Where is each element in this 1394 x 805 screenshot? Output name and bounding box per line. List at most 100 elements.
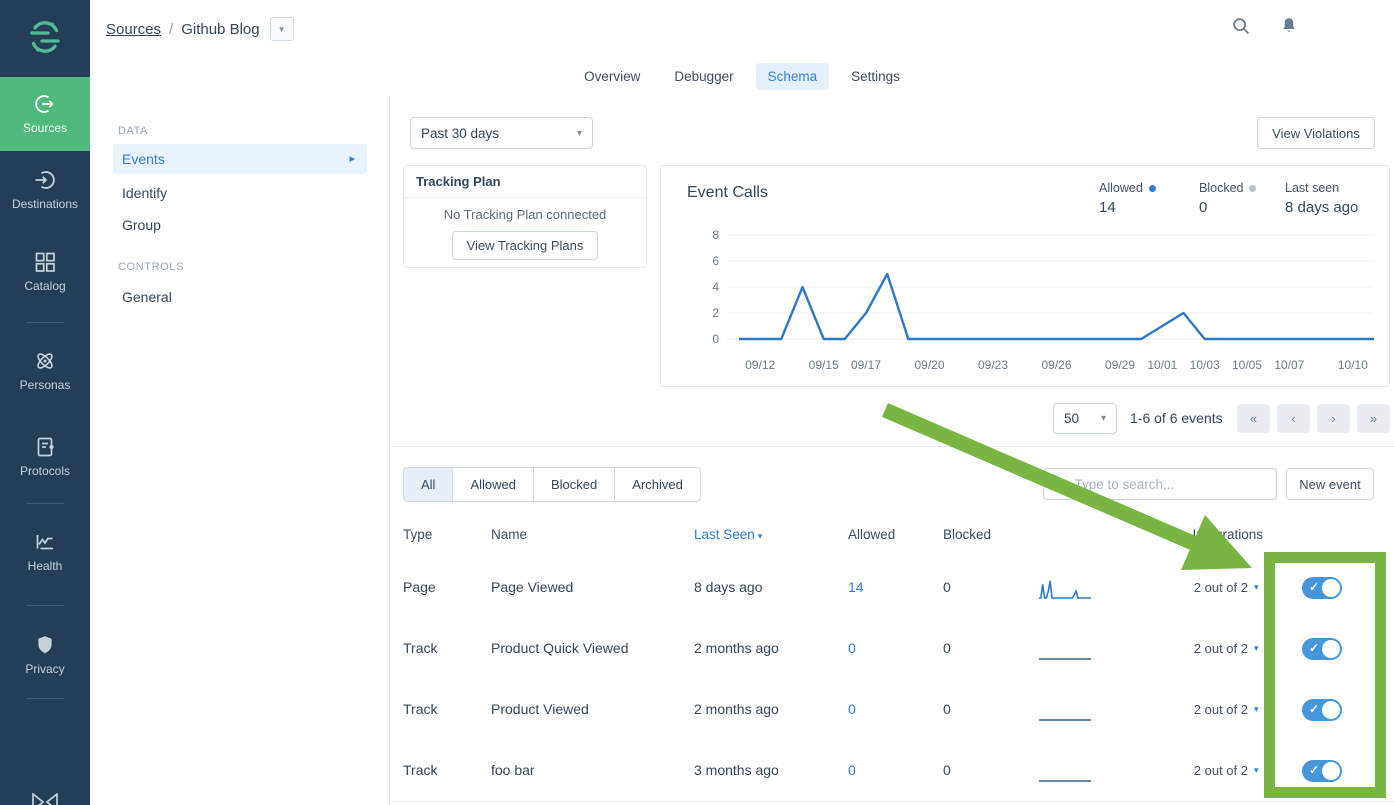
sidebar-item-label: Sources — [0, 121, 90, 135]
svg-text:6: 6 — [712, 254, 719, 268]
check-icon: ✓ — [1309, 702, 1319, 716]
breadcrumb: Sources / Github Blog ▾ — [106, 17, 294, 41]
date-range-select[interactable]: Past 30 days ▾ — [410, 117, 593, 149]
destinations-icon — [33, 168, 57, 192]
blocked-dot-icon — [1249, 185, 1256, 192]
tab-overview[interactable]: Overview — [572, 63, 652, 90]
search-input[interactable] — [1072, 476, 1267, 493]
sidebar-item-protocols[interactable]: Protocols — [0, 435, 90, 478]
chevron-down-icon[interactable]: ▾ — [1254, 618, 1259, 679]
tabbar: Overview Debugger Schema Settings — [90, 55, 1394, 98]
toggle-knob — [1322, 640, 1340, 658]
prev-page-button[interactable]: ‹ — [1277, 404, 1310, 433]
event-calls-card: Event Calls Allowed 14 Blocked 0 Last se… — [660, 165, 1390, 387]
event-enabled-toggle[interactable]: ✓ — [1302, 638, 1342, 660]
check-icon: ✓ — [1309, 641, 1319, 655]
event-blocked-count: 0 — [943, 740, 951, 801]
svg-text:09/26: 09/26 — [1041, 358, 1071, 372]
nav-item-identify[interactable]: Identify — [113, 178, 367, 208]
event-enabled-toggle[interactable]: ✓ — [1302, 760, 1342, 782]
column-allowed: Allowed — [848, 527, 895, 542]
svg-text:0: 0 — [712, 332, 719, 346]
event-enabled-toggle[interactable]: ✓ — [1302, 577, 1342, 599]
legend-last-seen: Last seen 8 days ago — [1285, 181, 1358, 216]
next-page-button[interactable]: › — [1317, 404, 1350, 433]
check-icon: ✓ — [1309, 580, 1319, 594]
sidebar-item-privacy[interactable]: Privacy — [0, 633, 90, 676]
last-page-button[interactable]: » — [1357, 404, 1390, 433]
allowed-dot-icon — [1149, 185, 1156, 192]
nav-section-controls: CONTROLS — [118, 261, 184, 273]
tab-debugger[interactable]: Debugger — [662, 63, 745, 90]
health-icon — [33, 530, 57, 554]
bell-icon[interactable] — [1278, 15, 1300, 37]
sidebar-divider — [26, 605, 64, 606]
legend-value: 14 — [1099, 199, 1156, 216]
chevron-down-icon: ▾ — [1101, 413, 1106, 424]
breadcrumb-sources-link[interactable]: Sources — [106, 21, 161, 38]
column-label: Last Seen — [694, 527, 755, 542]
catalog-icon — [33, 250, 57, 274]
event-sparkline — [1037, 575, 1093, 601]
event-search — [1043, 468, 1277, 500]
event-allowed-count[interactable]: 0 — [848, 679, 856, 740]
nav-item-events[interactable]: ▸ Events — [113, 144, 367, 174]
source-switcher-button[interactable]: ▾ — [270, 17, 294, 41]
connections-icon — [30, 793, 60, 805]
toggle-knob — [1322, 579, 1340, 597]
svg-text:09/29: 09/29 — [1105, 358, 1135, 372]
filter-all[interactable]: All — [403, 467, 453, 502]
search-icon[interactable] — [1230, 15, 1252, 37]
nav-item-general[interactable]: General — [113, 282, 367, 312]
legend-blocked: Blocked 0 — [1199, 181, 1256, 216]
event-integrations[interactable]: 2 out of 2 — [1160, 618, 1248, 679]
event-integrations[interactable]: 2 out of 2 — [1160, 557, 1248, 618]
event-blocked-count: 0 — [943, 618, 951, 679]
chevron-down-icon[interactable]: ▾ — [1254, 740, 1259, 801]
event-integrations[interactable]: 2 out of 2 — [1160, 740, 1248, 801]
privacy-icon — [33, 633, 57, 657]
view-violations-button[interactable]: View Violations — [1257, 117, 1375, 149]
tracking-plan-empty-message: No Tracking Plan connected — [404, 207, 646, 222]
svg-text:10/05: 10/05 — [1232, 358, 1262, 372]
svg-text:4: 4 — [712, 280, 719, 294]
sidebar-item-personas[interactable]: Personas — [0, 349, 90, 392]
chevron-down-icon[interactable]: ▾ — [1254, 679, 1259, 740]
column-blocked: Blocked — [943, 527, 991, 542]
sidebar-item-health[interactable]: Health — [0, 530, 90, 573]
event-name: Page Viewed — [491, 557, 573, 618]
filter-allowed[interactable]: Allowed — [452, 467, 534, 502]
event-type: Track — [403, 679, 437, 740]
table-row: Track Product Viewed 2 months ago 0 0 2 … — [390, 679, 1394, 741]
sidebar-item-sources[interactable]: Sources — [0, 77, 90, 151]
nav-item-group[interactable]: Group — [113, 210, 367, 240]
event-allowed-count[interactable]: 14 — [848, 557, 864, 618]
event-sparkline — [1037, 758, 1093, 784]
event-allowed-count[interactable]: 0 — [848, 740, 856, 801]
column-last-seen[interactable]: Last Seen▾ — [694, 527, 762, 542]
segment-app: Sources Destinations Catalog — [0, 0, 1394, 805]
legend-label: Blocked — [1199, 181, 1243, 195]
column-type: Type — [403, 527, 432, 542]
sidebar-item-destinations[interactable]: Destinations — [0, 168, 90, 211]
nav-item-label: General — [122, 289, 172, 305]
tab-schema[interactable]: Schema — [756, 63, 830, 90]
event-name: foo bar — [491, 740, 535, 801]
event-integrations[interactable]: 2 out of 2 — [1160, 679, 1248, 740]
first-page-button[interactable]: « — [1237, 404, 1270, 433]
event-enabled-toggle[interactable]: ✓ — [1302, 699, 1342, 721]
filter-blocked[interactable]: Blocked — [533, 467, 615, 502]
tab-settings[interactable]: Settings — [839, 63, 912, 90]
chevron-down-icon: ▾ — [577, 128, 582, 139]
view-tracking-plans-button[interactable]: View Tracking Plans — [452, 231, 599, 260]
new-event-button[interactable]: New event — [1286, 468, 1374, 500]
sidebar-item-catalog[interactable]: Catalog — [0, 250, 90, 293]
svg-text:09/20: 09/20 — [914, 358, 944, 372]
svg-text:09/15: 09/15 — [809, 358, 839, 372]
chevron-down-icon[interactable]: ▾ — [1254, 557, 1259, 618]
event-allowed-count[interactable]: 0 — [848, 618, 856, 679]
svg-text:10/03: 10/03 — [1190, 358, 1220, 372]
page-size-select[interactable]: 50 ▾ — [1053, 403, 1117, 434]
filter-archived[interactable]: Archived — [614, 467, 701, 502]
tracking-plan-card: Tracking Plan No Tracking Plan connected… — [403, 165, 647, 268]
